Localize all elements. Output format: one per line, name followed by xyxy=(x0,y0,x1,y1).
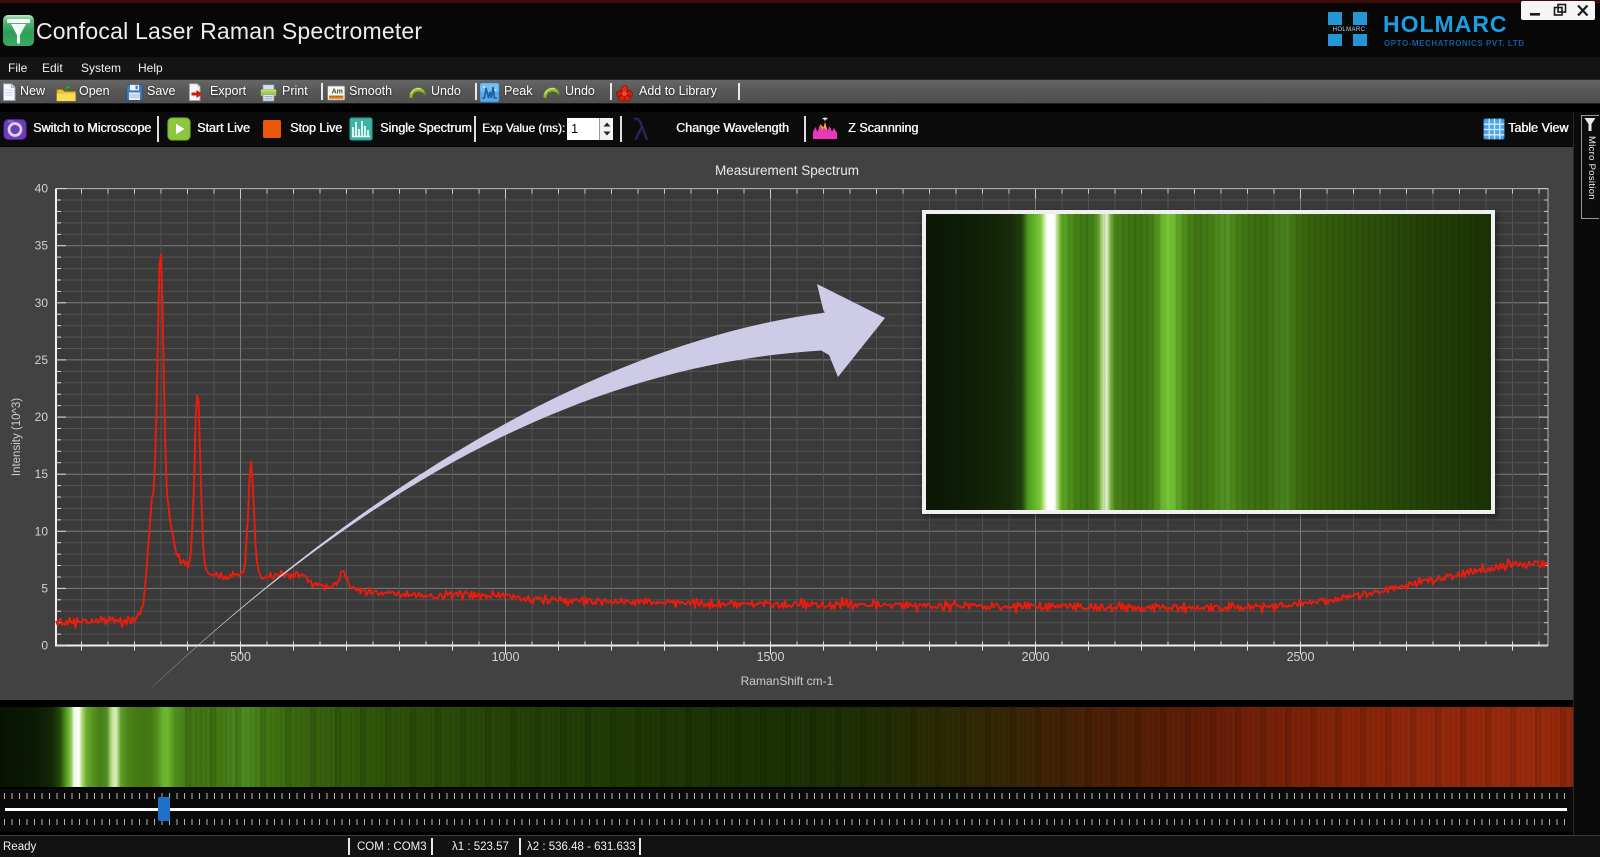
svg-text:1000: 1000 xyxy=(492,650,520,664)
svg-text:0: 0 xyxy=(41,639,48,653)
svg-text:25: 25 xyxy=(35,353,49,367)
svg-text:2500: 2500 xyxy=(1287,650,1315,664)
svg-text:2000: 2000 xyxy=(1022,650,1050,664)
svg-text:5: 5 xyxy=(41,581,48,595)
svg-text:30: 30 xyxy=(35,296,49,310)
svg-text:20: 20 xyxy=(35,410,49,424)
svg-text:10: 10 xyxy=(35,524,49,538)
svg-text:40: 40 xyxy=(35,182,49,196)
svg-text:Am: Am xyxy=(332,88,343,95)
svg-text:500: 500 xyxy=(230,650,251,664)
svg-text:35: 35 xyxy=(35,239,49,253)
svg-text:Measurement Spectrum: Measurement Spectrum xyxy=(715,163,859,178)
svg-text:15: 15 xyxy=(35,467,49,481)
svg-text:RamanShift cm-1: RamanShift cm-1 xyxy=(741,674,834,688)
svg-text:Intensity (10^3): Intensity (10^3) xyxy=(11,398,23,476)
svg-text:1500: 1500 xyxy=(757,650,785,664)
